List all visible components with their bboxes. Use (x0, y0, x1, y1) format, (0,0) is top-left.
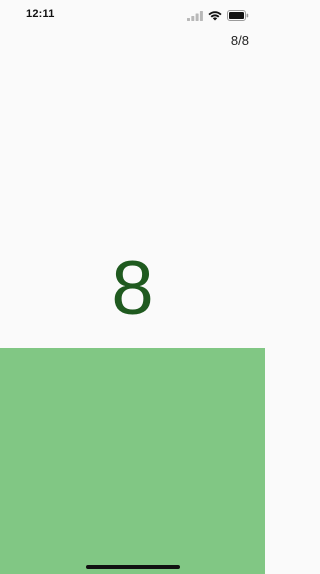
wifi-icon (208, 10, 222, 21)
number-display: 8 (111, 246, 154, 331)
status-icons (187, 10, 249, 21)
signal-icon (187, 10, 203, 21)
status-time: 12:11 (26, 8, 55, 20)
battery-icon (227, 10, 249, 21)
home-indicator[interactable] (86, 565, 180, 569)
status-bar: 12:11 (0, 0, 265, 30)
bottom-panel[interactable] (0, 348, 265, 574)
progress-counter: 8/8 (230, 33, 249, 48)
